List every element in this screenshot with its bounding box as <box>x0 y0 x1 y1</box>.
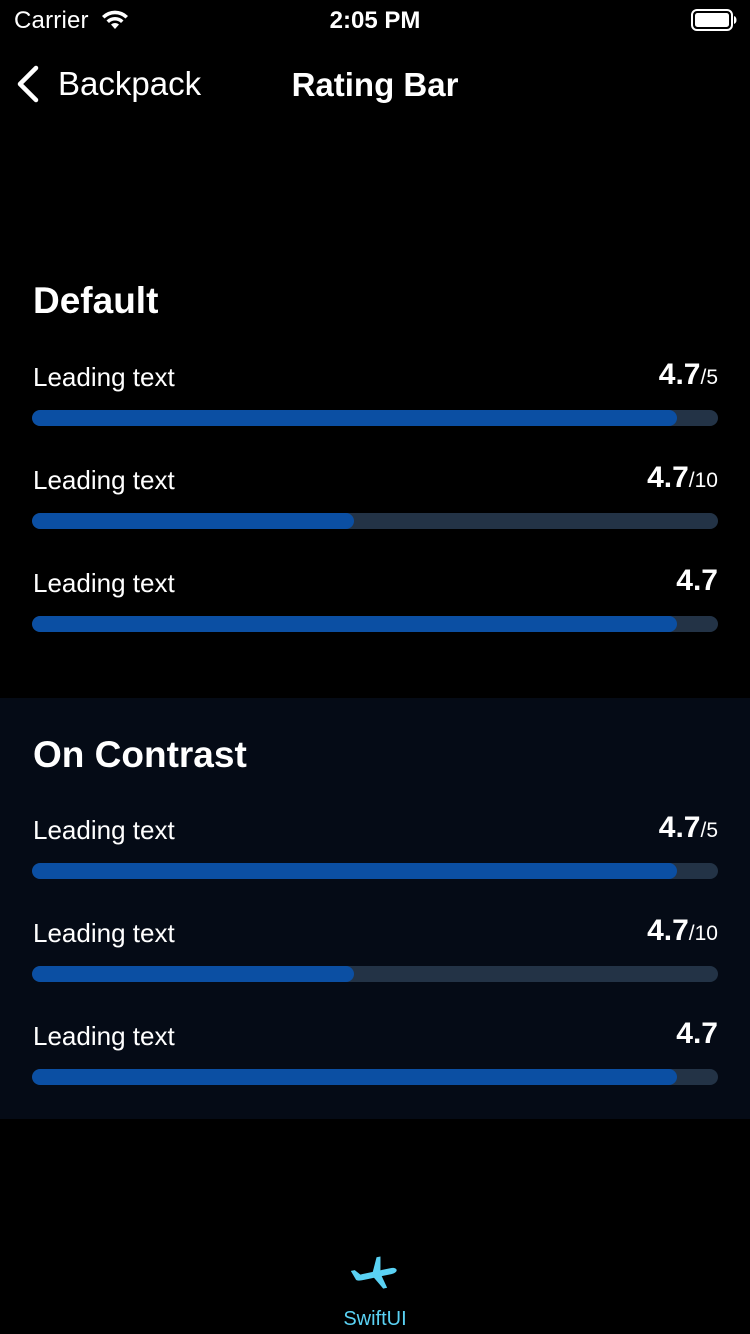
rating-bar-track <box>32 966 718 982</box>
status-bar: Carrier 2:05 PM <box>0 0 750 40</box>
rating-bar-row: Leading text 4.7/10 <box>32 914 718 998</box>
rating-bar-track <box>32 1069 718 1085</box>
rating-leading-text: Leading text <box>33 465 175 495</box>
rating-leading-text: Leading text <box>33 918 175 948</box>
rating-score: 4.7 <box>647 914 689 947</box>
rating-scale: /10 <box>688 469 718 492</box>
tab-label: SwiftUI <box>343 1308 407 1330</box>
rating-bar-track <box>32 616 718 632</box>
battery-icon <box>691 9 737 31</box>
rating-leading-text: Leading text <box>33 815 175 845</box>
rating-value: 4.7/10 <box>647 461 718 495</box>
rating-bar-fill <box>32 863 677 879</box>
rating-bar-fill <box>32 513 355 529</box>
navigation-bar: Backpack Rating Bar <box>0 44 750 124</box>
rating-value: 4.7/10 <box>647 914 718 948</box>
rating-bar-fill <box>32 1069 677 1085</box>
rating-bar-row: Leading text 4.7 <box>32 564 718 648</box>
rating-value: 4.7/5 <box>659 358 718 392</box>
rating-bar-fill <box>32 966 355 982</box>
rating-bar-row: Leading text 4.7/5 <box>32 358 718 442</box>
section-on-contrast: On Contrast Leading text 4.7/5 Leading t… <box>0 698 750 1119</box>
tab-swiftui[interactable]: SwiftUI <box>0 1240 750 1334</box>
rating-bar-track <box>32 863 718 879</box>
rating-value: 4.7 <box>676 564 718 598</box>
rating-leading-text: Leading text <box>33 1021 175 1051</box>
airplane-icon <box>351 1256 397 1289</box>
section-default: Default Leading text 4.7/5 Leading text … <box>0 240 750 698</box>
rating-score: 4.7 <box>658 811 701 844</box>
status-time: 2:05 PM <box>329 7 421 34</box>
rating-bar-row: Leading text 4.7/10 <box>32 461 718 545</box>
rating-bar-row: Leading text 4.7 <box>32 1017 718 1101</box>
rating-score: 4.7 <box>676 564 718 597</box>
rating-scale: /10 <box>688 922 718 945</box>
page-title: Rating Bar <box>291 66 459 103</box>
rating-leading-text: Leading text <box>33 362 175 392</box>
rating-bar-fill <box>32 616 677 632</box>
tab-bar: SwiftUI <box>0 1240 750 1334</box>
section-title: Default <box>33 280 159 321</box>
rating-bar-fill <box>32 410 677 426</box>
rating-score: 4.7 <box>647 461 689 494</box>
rating-score: 4.7 <box>658 358 701 391</box>
rating-scale: /5 <box>700 366 718 389</box>
rating-scale: /5 <box>700 819 718 842</box>
rating-bar-track <box>32 513 718 529</box>
section-title: On Contrast <box>33 734 247 775</box>
rating-value: 4.7 <box>676 1017 718 1051</box>
rating-score: 4.7 <box>676 1017 718 1050</box>
rating-bar-track <box>32 410 718 426</box>
rating-bar-row: Leading text 4.7/5 <box>32 811 718 895</box>
rating-value: 4.7/5 <box>659 811 718 845</box>
rating-leading-text: Leading text <box>33 568 175 598</box>
